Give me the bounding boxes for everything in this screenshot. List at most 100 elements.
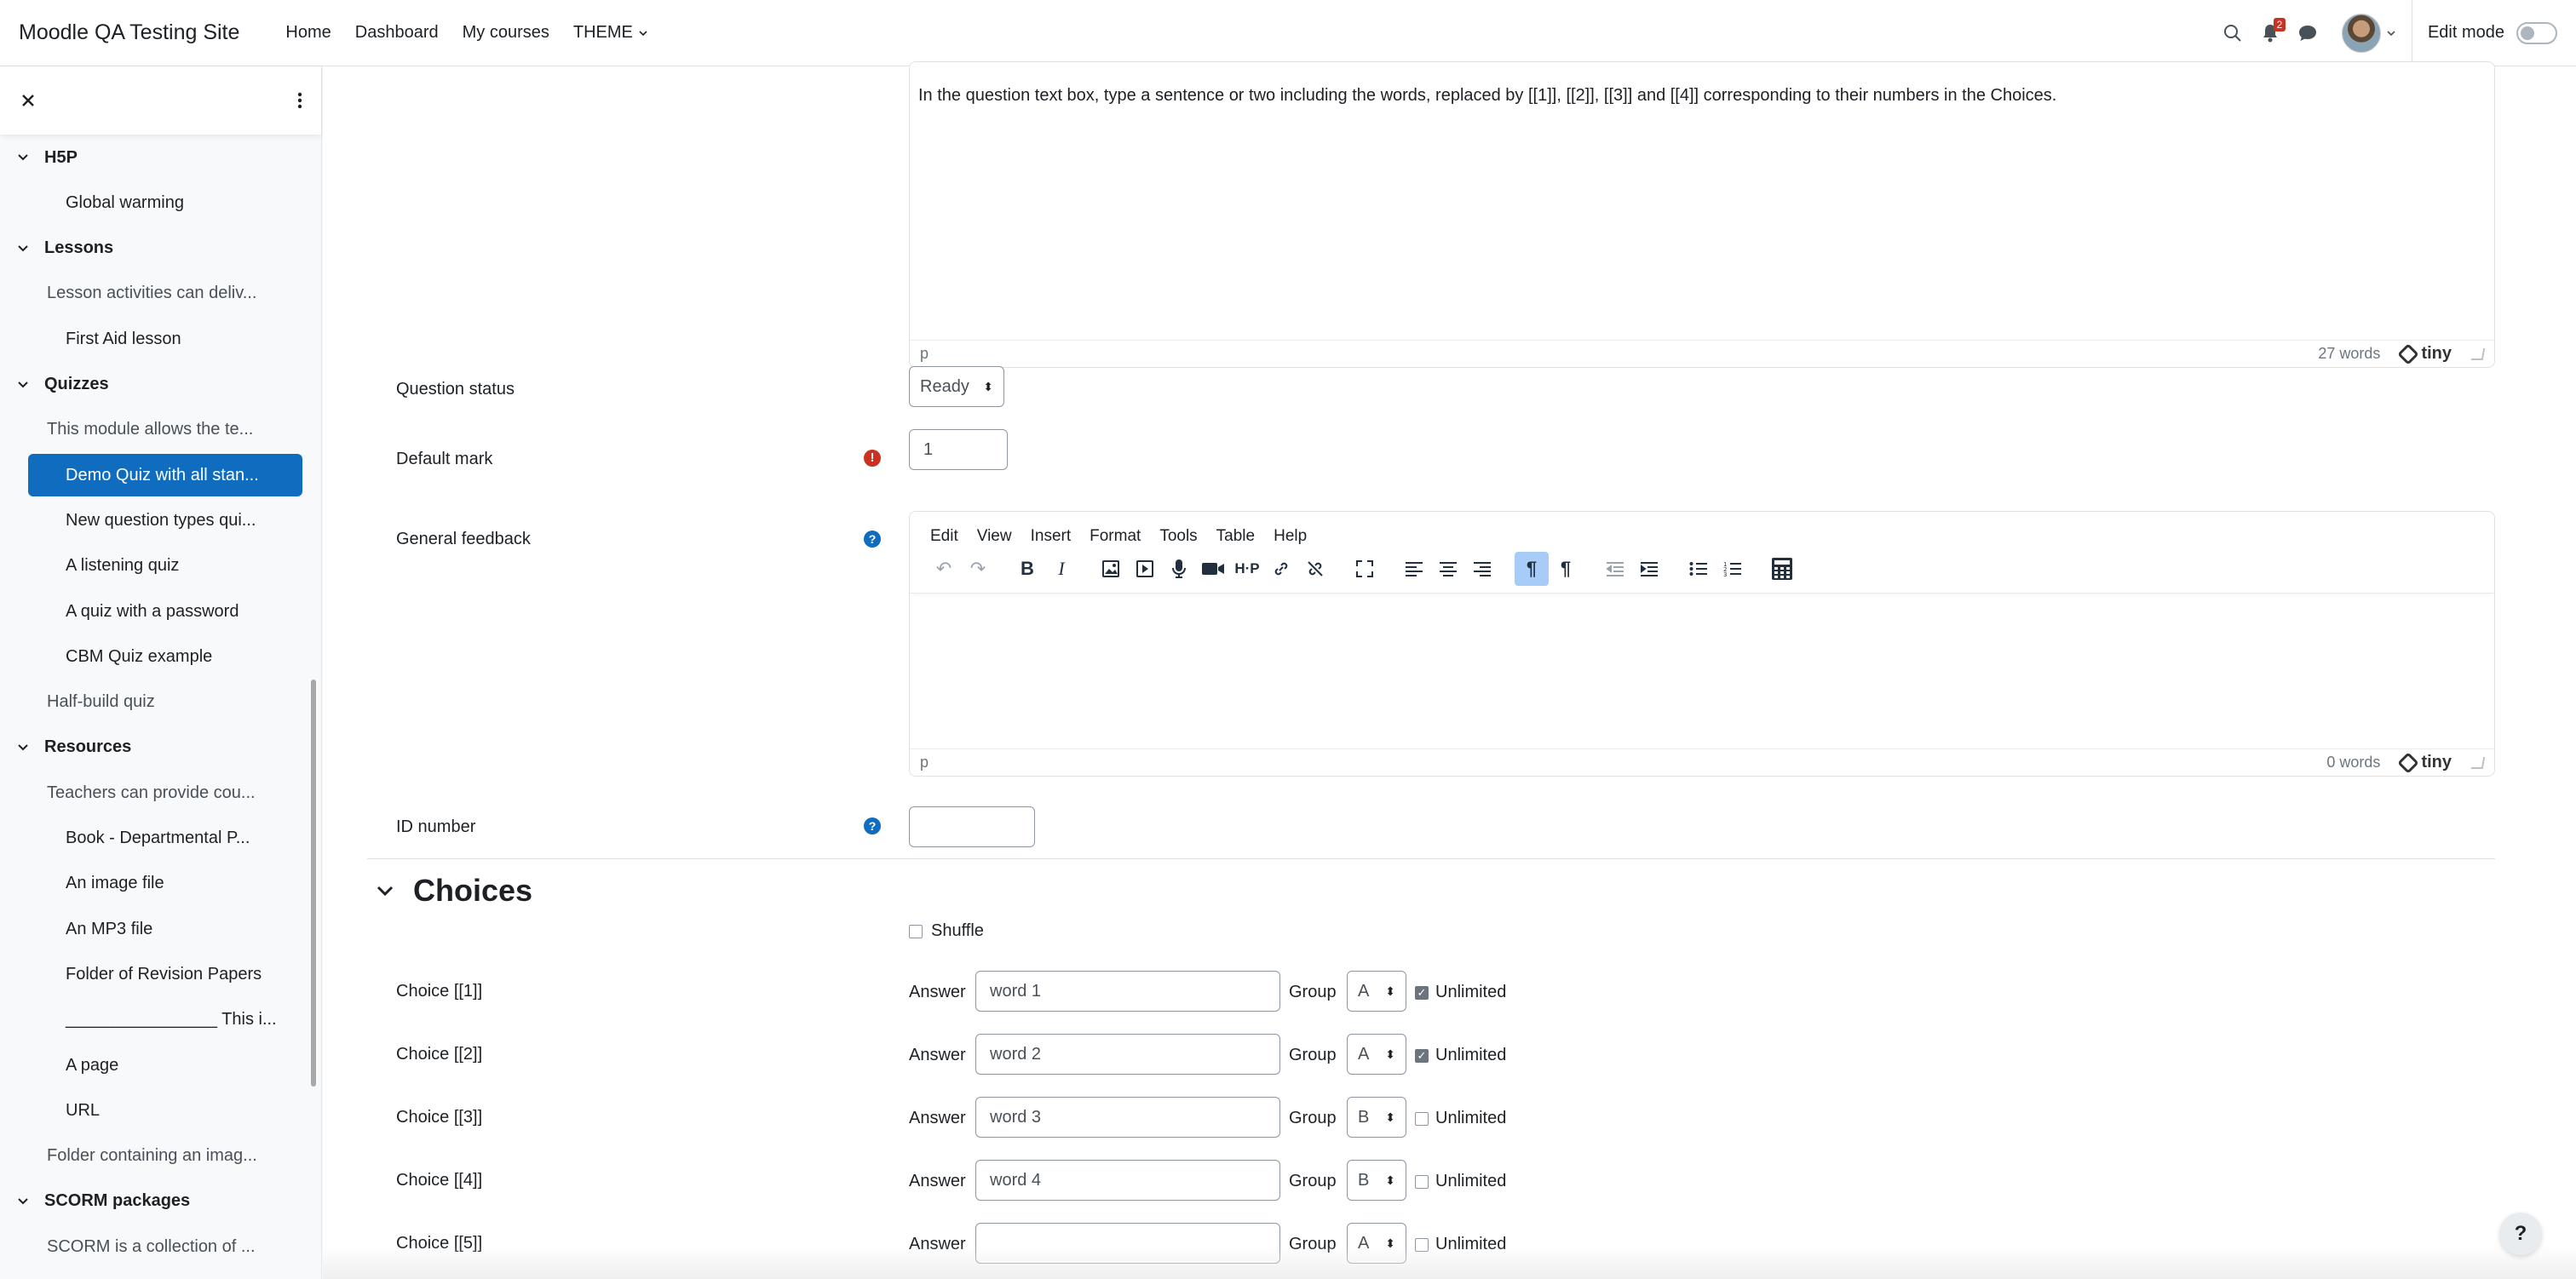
tiny-logo[interactable]: tiny — [2397, 751, 2452, 774]
help-button[interactable]: ? — [2499, 1213, 2542, 1255]
course-activity-link[interactable]: ________________ This i... — [28, 999, 302, 1041]
course-activity-link[interactable]: A quiz with a password — [28, 590, 302, 633]
course-activity-link[interactable]: Teachers can provide cou... — [28, 771, 302, 814]
word-count[interactable]: 0 words — [2326, 754, 2380, 771]
unlink-icon[interactable] — [1298, 552, 1332, 586]
chevron-down-icon[interactable] — [17, 152, 29, 163]
word-count[interactable]: 27 words — [2318, 345, 2380, 363]
shuffle-checkbox[interactable] — [909, 924, 923, 938]
course-activity-link[interactable]: This module allows the te... — [28, 409, 302, 451]
media-icon[interactable] — [1128, 552, 1162, 586]
numbered-list-icon[interactable]: 123 — [1716, 552, 1750, 586]
chevron-down-icon[interactable] — [17, 1196, 29, 1207]
course-activity-link[interactable]: Global warming — [28, 181, 302, 224]
group-select[interactable]: B ⬍ — [1347, 1097, 1406, 1138]
course-activity-link[interactable]: Book - Departmental P... — [28, 817, 302, 860]
site-brand[interactable]: Moodle QA Testing Site — [19, 20, 239, 45]
course-activity-link[interactable]: SCORM is a collection of ... — [28, 1225, 302, 1268]
resize-handle-icon[interactable] — [2470, 756, 2486, 769]
chevron-down-icon[interactable] — [17, 742, 29, 754]
video-camera-icon[interactable] — [1196, 552, 1230, 586]
course-section[interactable]: Resources — [17, 726, 302, 769]
menu-tools[interactable]: Tools — [1159, 527, 1197, 546]
user-menu[interactable] — [2341, 13, 2396, 53]
link-icon[interactable] — [1264, 552, 1298, 586]
close-icon[interactable] — [20, 93, 36, 108]
course-activity-link[interactable]: An MP3 file — [28, 908, 302, 950]
rtl-direction-icon[interactable]: ¶ — [1549, 552, 1583, 586]
course-activity-link[interactable]: Demo Quiz with all stan... — [28, 454, 302, 497]
unlimited-checkbox[interactable] — [1415, 1111, 1429, 1126]
choices-section-header[interactable]: Choices — [376, 873, 532, 909]
course-activity-link[interactable]: Folder of Revision Papers — [28, 953, 302, 995]
course-section[interactable]: SCORM packages — [17, 1180, 302, 1223]
chevron-down-icon[interactable] — [17, 379, 29, 391]
tiny-logo[interactable]: tiny — [2397, 342, 2452, 365]
group-select[interactable]: A ⬍ — [1347, 971, 1406, 1012]
course-activity-link[interactable]: First Aid lesson — [28, 318, 302, 360]
group-select[interactable]: A ⬍ — [1347, 1034, 1406, 1075]
drawer-scrollbar[interactable] — [311, 680, 316, 1087]
course-activity-link[interactable]: Lesson activities can deliv... — [28, 272, 302, 315]
outdent-icon[interactable] — [1598, 552, 1632, 586]
unlimited-checkbox[interactable]: ✓ — [1415, 1048, 1429, 1063]
menu-insert[interactable]: Insert — [1031, 527, 1072, 546]
image-icon[interactable] — [1094, 552, 1128, 586]
nav-dashboard[interactable]: Dashboard — [343, 23, 451, 43]
h5p-icon[interactable]: H·P — [1230, 552, 1264, 586]
choice-answer-input[interactable]: word 4 — [975, 1160, 1280, 1201]
choice-answer-input[interactable]: word 2 — [975, 1034, 1280, 1075]
microphone-icon[interactable] — [1162, 552, 1196, 586]
fullscreen-icon[interactable] — [1348, 552, 1382, 586]
chevron-down-icon[interactable] — [17, 243, 29, 255]
equation-editor-icon[interactable] — [1765, 552, 1799, 586]
question-status-select[interactable]: Ready ⬍ — [909, 366, 1004, 407]
element-path[interactable]: p — [920, 345, 929, 363]
course-section[interactable]: H5P — [17, 136, 302, 179]
align-right-icon[interactable] — [1465, 552, 1499, 586]
course-activity-link[interactable]: Folder containing an imag... — [28, 1135, 302, 1178]
more-options-icon[interactable] — [297, 91, 302, 110]
nav-theme-menu[interactable]: THEME — [561, 23, 660, 43]
italic-icon[interactable]: I — [1044, 552, 1078, 586]
nav-home[interactable]: Home — [273, 23, 342, 43]
course-section[interactable]: Lessons — [17, 227, 302, 270]
element-path[interactable]: p — [920, 754, 929, 771]
nav-my-courses[interactable]: My courses — [451, 23, 561, 43]
messages-button[interactable] — [2291, 16, 2325, 50]
bullet-list-icon[interactable] — [1682, 552, 1716, 586]
choice-answer-input[interactable]: word 3 — [975, 1097, 1280, 1138]
bold-icon[interactable]: B — [1010, 552, 1044, 586]
id-number-input[interactable] — [909, 806, 1035, 847]
course-activity-link[interactable]: URL — [28, 1089, 302, 1132]
menu-view[interactable]: View — [977, 527, 1012, 546]
menu-edit[interactable]: Edit — [930, 527, 958, 546]
required-icon[interactable]: ! — [864, 450, 881, 467]
undo-icon[interactable]: ↶ — [927, 552, 961, 586]
course-activity-link[interactable]: Half-build quiz — [28, 681, 302, 724]
edit-mode-toggle[interactable] — [2516, 21, 2557, 44]
resize-handle-icon[interactable] — [2470, 347, 2486, 360]
align-left-icon[interactable] — [1397, 552, 1431, 586]
help-icon[interactable]: ? — [864, 817, 881, 835]
menu-format[interactable]: Format — [1090, 527, 1141, 546]
search-button[interactable] — [2216, 16, 2250, 50]
course-section[interactable]: Quizzes — [17, 364, 302, 406]
redo-icon[interactable]: ↷ — [961, 552, 995, 586]
menu-table[interactable]: Table — [1216, 527, 1255, 546]
ltr-direction-icon[interactable]: ¶ — [1515, 551, 1549, 586]
help-icon[interactable]: ? — [864, 531, 881, 548]
course-activity-link[interactable]: A listening quiz — [28, 545, 302, 588]
unlimited-checkbox[interactable]: ✓ — [1415, 985, 1429, 1000]
course-activity-link[interactable]: A page — [28, 1044, 302, 1087]
default-mark-input[interactable]: 1 — [909, 429, 1008, 470]
unlimited-checkbox[interactable] — [1415, 1174, 1429, 1189]
indent-icon[interactable] — [1632, 552, 1666, 586]
notifications-button[interactable]: 2 — [2253, 16, 2287, 50]
menu-help[interactable]: Help — [1274, 527, 1307, 546]
course-activity-link[interactable]: New question types qui... — [28, 499, 302, 542]
choice-answer-input[interactable]: word 1 — [975, 971, 1280, 1012]
course-activity-link[interactable]: An image file — [28, 863, 302, 905]
align-center-icon[interactable] — [1431, 552, 1465, 586]
group-select[interactable]: B ⬍ — [1347, 1160, 1406, 1201]
